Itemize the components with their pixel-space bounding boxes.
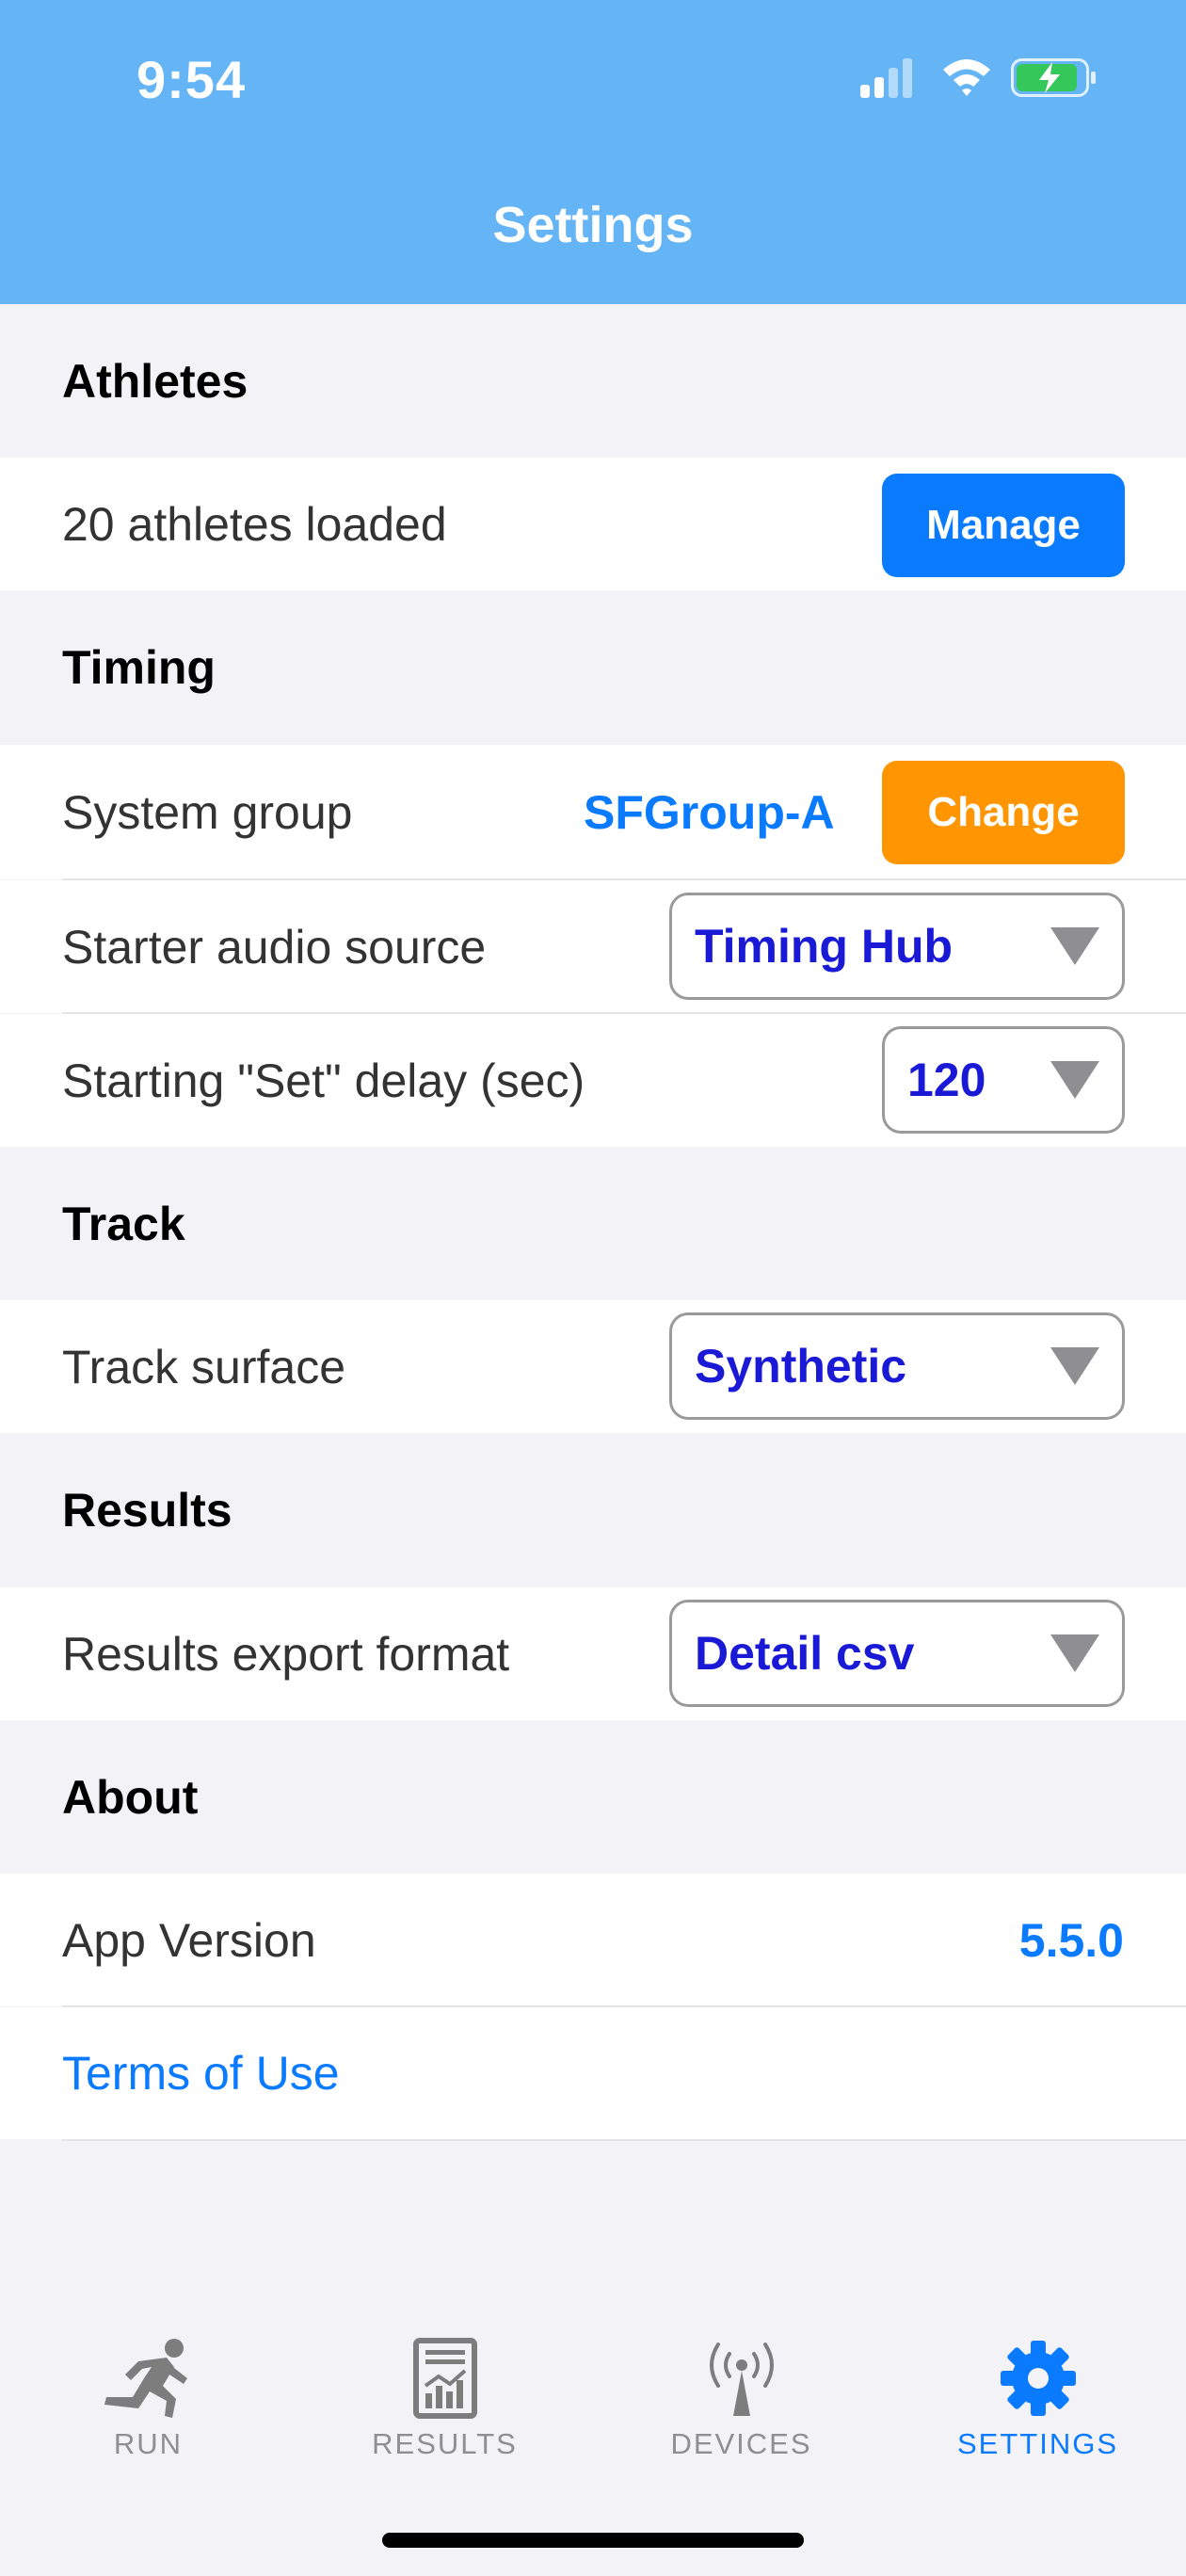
app-version-value: 5.5.0	[1018, 1913, 1124, 1967]
section-title: Track	[62, 1197, 185, 1250]
dropdown-value: Timing Hub	[695, 920, 954, 973]
tab-settings[interactable]: SETTINGS	[890, 2297, 1186, 2467]
page-title: Settings	[492, 197, 694, 253]
results-export-row: Results export format Detail csv	[0, 1587, 1186, 1720]
results-chart-icon	[412, 2338, 477, 2419]
wifi-icon	[943, 59, 990, 96]
results-export-label: Results export format	[62, 1627, 510, 1681]
athletes-loaded-label: 20 athletes loaded	[62, 497, 447, 551]
system-group-label: System group	[62, 785, 353, 839]
section-title: Athletes	[62, 354, 248, 408]
runner-icon	[104, 2339, 187, 2418]
starter-audio-row: Starter audio source Timing Hub	[0, 880, 1186, 1013]
cellular-signal-icon	[860, 58, 912, 98]
tab-run[interactable]: RUN	[0, 2297, 296, 2467]
section-header-timing: Timing	[0, 590, 1186, 745]
dropdown-triangle-icon	[1050, 927, 1099, 965]
home-indicator[interactable]	[382, 2533, 804, 2548]
dropdown-triangle-icon	[1050, 1634, 1099, 1672]
section-title: About	[62, 1770, 199, 1824]
set-delay-label: Starting "Set" delay (sec)	[62, 1054, 585, 1107]
row-divider	[62, 2139, 1186, 2141]
athletes-row: 20 athletes loaded Manage	[0, 458, 1186, 590]
battery-charging-icon	[1011, 58, 1096, 97]
status-time: 9:54	[136, 50, 247, 109]
tab-devices[interactable]: DEVICES	[593, 2297, 890, 2467]
dropdown-value: 120	[907, 1054, 986, 1106]
set-delay-row: Starting "Set" delay (sec) 120	[0, 1014, 1186, 1147]
dropdown-triangle-icon	[1050, 1061, 1099, 1099]
system-group-value: SFGroup-A	[584, 785, 835, 839]
dropdown-value: Detail csv	[695, 1627, 915, 1680]
tab-results[interactable]: RESULTS	[296, 2297, 593, 2467]
section-header-athletes: Athletes	[0, 304, 1186, 458]
terms-of-use-link[interactable]: Terms of Use	[62, 2046, 340, 2101]
set-delay-dropdown[interactable]: 120	[882, 1026, 1125, 1134]
track-surface-row: Track surface Synthetic	[0, 1300, 1186, 1433]
section-header-about: About	[0, 1720, 1186, 1874]
section-title: Timing	[62, 641, 216, 694]
section-header-track: Track	[0, 1147, 1186, 1300]
tab-label: DEVICES	[670, 2427, 812, 2460]
section-header-results: Results	[0, 1433, 1186, 1587]
results-export-dropdown[interactable]: Detail csv	[669, 1600, 1125, 1707]
section-title: Results	[62, 1484, 232, 1537]
dropdown-triangle-icon	[1050, 1347, 1099, 1385]
tab-label: RUN	[113, 2427, 184, 2460]
status-icons	[860, 53, 1105, 100]
app-version-row: App Version 5.5.0	[0, 1874, 1186, 2006]
tab-label: RESULTS	[372, 2427, 518, 2460]
track-surface-dropdown[interactable]: Synthetic	[669, 1312, 1125, 1420]
starter-audio-dropdown[interactable]: Timing Hub	[669, 893, 1125, 1000]
gear-icon	[1000, 2341, 1076, 2416]
change-group-button[interactable]: Change	[882, 761, 1125, 864]
track-surface-label: Track surface	[62, 1340, 346, 1393]
manage-button[interactable]: Manage	[882, 474, 1125, 577]
tab-label: SETTINGS	[956, 2427, 1118, 2460]
navigation-header: 9:54 Settings	[0, 0, 1186, 304]
system-group-row: System group SFGroup-A Change	[0, 745, 1186, 879]
antenna-icon	[709, 2343, 774, 2416]
app-version-label: App Version	[62, 1913, 316, 1967]
dropdown-value: Synthetic	[695, 1340, 907, 1393]
terms-row[interactable]: Terms of Use	[0, 2007, 1186, 2139]
starter-audio-label: Starter audio source	[62, 920, 487, 974]
